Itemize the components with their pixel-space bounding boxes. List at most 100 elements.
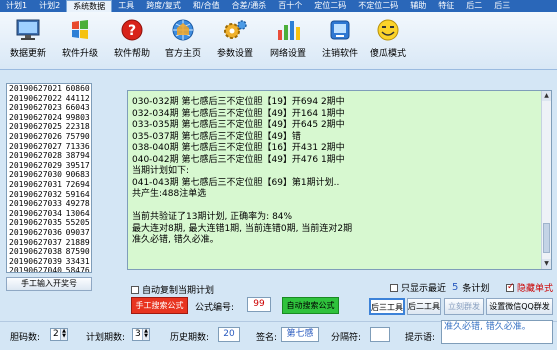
formula-number-field[interactable]: 99 [247, 297, 271, 312]
draw-number: 39517 [65, 160, 90, 170]
auto-copy-checkbox[interactable]: 自动复制当期计划 [131, 283, 214, 296]
list-item[interactable]: 20190627033 49278 [7, 199, 91, 209]
list-item[interactable]: 20190627027 71336 [7, 142, 91, 152]
scroll-up-icon[interactable]: ▲ [542, 91, 551, 101]
hint-field[interactable]: 准久必错, 错久必准。 [441, 320, 553, 344]
wechat-qq-group-button[interactable]: 设置微信QQ群发 [486, 298, 553, 315]
separator-label: 分隔符: [331, 333, 362, 343]
toolbar-label: 傻瓜模式 [369, 49, 406, 59]
checkbox-box[interactable] [131, 285, 139, 294]
auto-search-formula-button[interactable]: 自动搜索公式 [282, 297, 339, 314]
list-item[interactable]: 20190627029 39517 [7, 161, 91, 171]
period-number: 20190627035 [9, 218, 62, 228]
manual-input-button[interactable]: 手工输入开奖号 [6, 277, 92, 291]
manual-search-formula-button[interactable]: 手工搜索公式 [131, 297, 188, 314]
menu-tab[interactable]: 定位二码 [308, 0, 352, 12]
period-number: 20190627034 [9, 208, 62, 218]
list-item[interactable]: 20190627031 72694 [7, 180, 91, 190]
software-help-button[interactable]: ? 软件帮助 [108, 16, 156, 68]
checkbox-box[interactable] [390, 283, 398, 292]
menu-tab[interactable]: 特征 [432, 0, 460, 12]
list-item[interactable]: 20190627023 66043 [7, 103, 91, 113]
list-item[interactable]: 20190627036 09037 [7, 228, 91, 238]
monitor-icon [14, 18, 42, 42]
stepper-arrows-icon[interactable]: ▲ ▼ [142, 329, 149, 340]
official-home-button[interactable]: 官方主页 [158, 16, 208, 68]
draw-number: 09037 [65, 227, 90, 237]
separator-field[interactable] [370, 327, 390, 342]
menu-tab[interactable]: 计划2 [33, 0, 66, 12]
list-item[interactable]: 20190627025 22318 [7, 122, 91, 132]
signature-field[interactable]: 第七感 [281, 327, 319, 342]
data-update-button[interactable]: 数据更新 [4, 16, 52, 68]
menu-tab[interactable]: 计划1 [0, 0, 33, 12]
draw-number: 60860 [65, 84, 90, 93]
scroll-thumb[interactable] [543, 223, 550, 253]
stepper-arrows-icon[interactable]: ▲ ▼ [60, 329, 67, 340]
list-item[interactable]: 20190627021 60860 [7, 84, 91, 94]
checkbox-box[interactable] [506, 282, 515, 292]
show-recent-label: 只显示最近 [401, 284, 447, 294]
period-number: 20190627027 [9, 141, 62, 151]
list-item[interactable]: 20190627034 13064 [7, 209, 91, 219]
recent-count: 5 [452, 282, 459, 293]
menu-tab[interactable]: 百十个 [272, 0, 308, 12]
draw-number: 21889 [65, 237, 90, 247]
draw-number: 22318 [65, 122, 90, 132]
menu-tab[interactable]: 后三 [488, 0, 516, 12]
list-item[interactable]: 20190627024 99803 [7, 113, 91, 123]
draw-number: 59164 [65, 189, 90, 199]
vertical-scrollbar[interactable]: ▲ ▼ [541, 91, 551, 269]
menu-tab[interactable]: 后二 [460, 0, 488, 12]
history-periods-label: 历史期数: [170, 333, 210, 343]
menu-tab[interactable]: 和/合值 [187, 0, 226, 12]
rear2-tool-button[interactable]: 后二工具 [407, 298, 441, 315]
rear3-tool-button[interactable]: 后三工具 [369, 298, 405, 315]
list-item[interactable]: 20190627039 33431 [7, 257, 91, 267]
send-now-button[interactable]: 立刻群发 [444, 298, 484, 315]
toolbar-label: 官方主页 [164, 49, 201, 59]
menu-tab[interactable]: 工具 [112, 0, 140, 12]
show-recent-checkbox[interactable]: 只显示最近 5 条计划 [390, 281, 489, 294]
list-item[interactable]: 20190627040 58476 [7, 266, 91, 272]
period-number: 20190627038 [9, 247, 62, 257]
hint-label: 提示语: [405, 333, 436, 343]
menu-tab[interactable]: 系统数据 [66, 0, 113, 12]
menu-tab[interactable]: 合差/通杀 [226, 0, 273, 12]
list-item[interactable]: 20190627035 55205 [7, 218, 91, 228]
toolbar-label: 参数设置 [216, 49, 253, 59]
plan-line: 038-040期 第七感后三不定位胆【16】开431 2期中 [132, 143, 345, 153]
menu-tab[interactable]: 不定位二码 [352, 0, 404, 12]
draw-number: 99803 [65, 112, 90, 122]
periods-stepper[interactable]: 2 ▲ ▼ [50, 328, 68, 341]
plan-periods-value: 3 [135, 329, 141, 339]
list-item[interactable]: 20190627030 90683 [7, 170, 91, 180]
network-settings-button[interactable]: 网络设置 [263, 16, 313, 68]
software-upgrade-button[interactable]: 软件升级 [56, 16, 104, 68]
plan-periods-stepper[interactable]: 3 ▲ ▼ [132, 328, 150, 341]
menu-tab[interactable]: 辅助 [404, 0, 432, 12]
scroll-down-icon[interactable]: ▼ [542, 259, 551, 269]
period-number: 20190627037 [9, 237, 62, 247]
parameter-settings-button[interactable]: 参数设置 [210, 16, 260, 68]
list-item[interactable]: 20190627038 87590 [7, 247, 91, 257]
history-periods-field[interactable]: 20 [218, 327, 240, 342]
list-item[interactable]: 20190627032 59164 [7, 190, 91, 200]
plan-line: 最大连对8期, 最大连错1期, 当前连错0期, 当前连对2期 [132, 223, 353, 234]
period-number: 20190627032 [9, 189, 62, 199]
period-number: 20190627026 [9, 131, 62, 141]
list-item[interactable]: 20190627022 44112 [7, 94, 91, 104]
dummy-mode-button[interactable]: 傻瓜模式 [365, 16, 411, 68]
draw-history-list[interactable]: 20190627021 60860 20190627022 44112 20190627… [6, 83, 92, 273]
draw-number: 71336 [65, 141, 90, 151]
logout-software-button[interactable]: 注销软件 [315, 16, 365, 68]
hide-single-checkbox[interactable]: 隐藏单式 [506, 281, 553, 294]
list-item[interactable]: 20190627028 38794 [7, 151, 91, 161]
hide-single-label: 隐藏单式 [517, 284, 554, 294]
list-item[interactable]: 20190627026 75790 [7, 132, 91, 142]
list-item[interactable]: 20190627037 21889 [7, 238, 91, 248]
menu-tab[interactable]: 跨度/复式 [140, 0, 187, 12]
draw-number: 66043 [65, 103, 90, 113]
home-globe-icon [169, 18, 197, 42]
plan-output-textbox[interactable]: 030-032期 第七感后三不定位胆【19】开694 2期中 032-034期 第… [127, 90, 552, 270]
